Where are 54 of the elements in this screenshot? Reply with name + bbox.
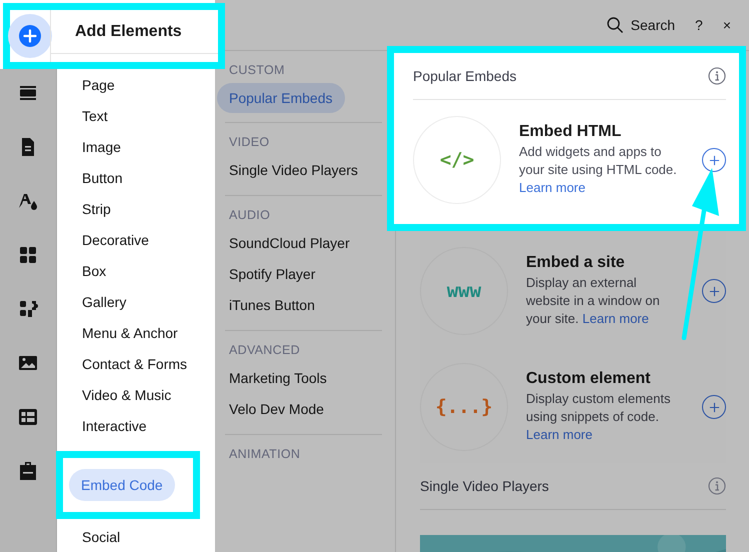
category-item[interactable]: Embed Code — [69, 469, 175, 501]
panel-title: Add Elements — [75, 22, 182, 40]
category-item[interactable]: Button — [57, 162, 215, 193]
section-title: Single Video Players — [420, 478, 549, 494]
info-icon[interactable] — [708, 477, 726, 495]
add-button[interactable] — [702, 148, 726, 172]
embed-description: Display custom elements using snippets of code. Learn more — [526, 390, 672, 444]
category-item[interactable]: Video & Music — [57, 379, 215, 410]
add-button[interactable] — [702, 279, 726, 303]
section-heading: AUDIO — [228, 208, 272, 222]
code-glyph: {...} — [435, 396, 493, 418]
embed-title: Embed a site — [526, 254, 626, 272]
learn-more-link[interactable]: Learn more — [519, 180, 586, 195]
embed-description: Add widgets and apps to your site using HTML code. Learn more — [519, 143, 678, 197]
add-button[interactable] — [702, 395, 726, 419]
category-item[interactable]: Menu & Anchor — [57, 317, 215, 348]
category-item[interactable]: Decorative — [57, 224, 215, 255]
section-heading: ADVANCED — [228, 343, 301, 357]
learn-more-link[interactable]: Learn more — [526, 427, 592, 442]
category-item[interactable]: Image — [57, 131, 215, 162]
search-icon — [606, 16, 624, 34]
section-heading: CUSTOM — [228, 63, 286, 77]
section-heading: ANIMATION — [228, 447, 302, 461]
category-item[interactable]: Interactive — [57, 410, 215, 441]
section-heading: VIDEO — [228, 135, 270, 149]
close-button[interactable]: × — [722, 17, 731, 33]
plus-icon — [708, 154, 720, 166]
subcategory-item[interactable]: Velo Dev Mode — [225, 394, 328, 425]
learn-more-link[interactable]: Learn more — [582, 311, 649, 326]
subcategory-item[interactable]: Single Video Players — [225, 155, 362, 186]
category-item[interactable]: Contact & Forms — [57, 348, 215, 379]
add-button[interactable] — [8, 14, 52, 58]
category-item[interactable]: Box — [57, 255, 215, 286]
subcategory-item[interactable]: Spotify Player — [225, 259, 320, 290]
section-title: Popular Embeds — [413, 68, 517, 84]
subcategory-item[interactable]: Marketing Tools — [225, 363, 331, 394]
info-icon[interactable] — [708, 67, 726, 85]
search-button[interactable]: Search — [630, 17, 676, 33]
embed-title: Embed HTML — [519, 123, 622, 141]
category-item[interactable]: Strip — [57, 193, 215, 224]
code-glyph: www — [446, 280, 482, 302]
category-item[interactable]: Gallery — [57, 286, 215, 317]
subcategory-item[interactable]: iTunes Button — [225, 290, 319, 321]
embed-title: Custom element — [526, 370, 652, 388]
subcategory-item[interactable]: SoundCloud Player — [225, 228, 354, 259]
category-item[interactable]: Page — [57, 69, 215, 100]
embed-description: Display an external website in a window on your site. Learn more — [526, 274, 661, 328]
plus-icon — [708, 286, 720, 296]
category-item[interactable]: Text — [57, 100, 215, 131]
category-item[interactable]: Social — [57, 521, 215, 552]
plus-icon — [708, 402, 720, 412]
code-glyph: </> — [440, 149, 474, 171]
add-icon — [18, 24, 42, 48]
help-button[interactable]: ? — [695, 17, 703, 33]
